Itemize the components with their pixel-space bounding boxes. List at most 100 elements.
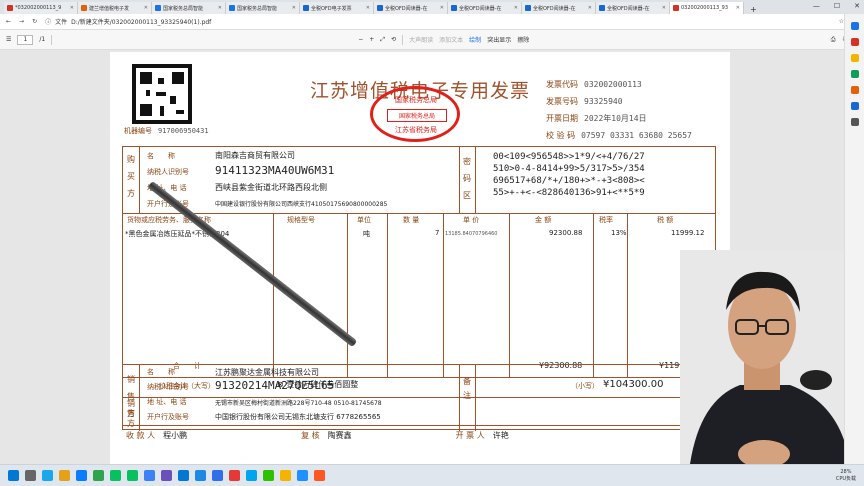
print-icon[interactable]: ⎙ — [831, 36, 836, 44]
taskbar-app-icon[interactable] — [144, 470, 155, 481]
back-icon[interactable]: ← — [6, 18, 11, 25]
add-icon[interactable] — [850, 118, 859, 126]
tools-icon[interactable] — [850, 54, 859, 62]
tab-favicon-icon — [599, 5, 605, 11]
browser-tab[interactable]: 国家税务总局智能 ✕ — [226, 2, 300, 14]
tab-title: 国家税务总局智能 — [163, 5, 204, 12]
outlook-icon[interactable] — [850, 102, 859, 110]
browser-tab[interactable]: 全税OFD阅读器-在 ✕ — [374, 2, 448, 14]
browser-tab[interactable]: 全税OFD阅读器-在 ✕ — [522, 2, 596, 14]
refresh-icon[interactable]: ↻ — [32, 18, 37, 25]
toolbar-divider — [402, 34, 404, 45]
meta-label: 发票号码 — [546, 97, 578, 106]
new-tab-button[interactable]: + — [744, 5, 763, 14]
item-qty: 7 — [435, 229, 440, 237]
shopping-icon[interactable] — [850, 38, 859, 46]
tab-favicon-icon — [7, 5, 13, 11]
close-tab-icon[interactable]: ✕ — [440, 5, 444, 11]
taskbar-app-icon[interactable] — [8, 470, 19, 481]
maximize-button[interactable]: ☐ — [834, 2, 840, 10]
close-tab-icon[interactable]: ✕ — [662, 5, 666, 11]
tab-favicon-icon — [673, 5, 679, 11]
close-button[interactable]: ✕ — [854, 2, 860, 10]
tab-title: 全税OFD电子发票 — [311, 5, 352, 12]
close-tab-icon[interactable]: ✕ — [514, 5, 518, 11]
highlight-button[interactable]: 突出显示 — [487, 35, 511, 44]
fit-page-icon[interactable]: ⤢ — [380, 36, 385, 44]
browser-tab[interactable]: 032002000113_93 ✕ — [670, 2, 744, 14]
erase-button[interactable]: 擦除 — [517, 35, 529, 44]
taskbar-app-icon[interactable] — [127, 470, 138, 481]
taskbar-app-icon[interactable] — [161, 470, 172, 481]
payee-label: 收 款 人 — [126, 431, 156, 440]
browser-tab[interactable]: 国家税务总局智能 ✕ — [152, 2, 226, 14]
taskbar-app-icon[interactable] — [212, 470, 223, 481]
taskbar-app-icon[interactable] — [76, 470, 87, 481]
issuer: 许艳 — [492, 431, 509, 440]
tab-title: *032002000113_9 — [15, 5, 62, 11]
meta-row: 发票号码 93325940 — [546, 93, 692, 110]
page-number-input[interactable]: 1 — [17, 34, 34, 45]
col-amount: 金 额 — [535, 216, 552, 224]
games-icon[interactable] — [850, 70, 859, 78]
taskbar-app-icon[interactable] — [59, 470, 70, 481]
buyer-name: 南阳森吉商贸有限公司 — [215, 151, 295, 160]
col-rate: 税率 — [599, 216, 613, 224]
taskbar-app-icon[interactable] — [93, 470, 104, 481]
invoice-code: 032002000113 — [584, 80, 642, 89]
forward-icon[interactable]: → — [19, 18, 24, 25]
invoice-number: 93325940 — [584, 97, 623, 106]
col-qty: 数 量 — [403, 216, 420, 224]
taskbar-app-icon[interactable] — [195, 470, 206, 481]
taskbar-app-icon[interactable] — [280, 470, 291, 481]
draw-button[interactable]: 绘制 — [469, 35, 481, 44]
browser-tab[interactable]: 全税OFD阅读器-在 ✕ — [448, 2, 522, 14]
taskbar-app-icon[interactable] — [297, 470, 308, 481]
taskbar-app-icon[interactable] — [314, 470, 325, 481]
taskbar-app-icon[interactable] — [42, 470, 53, 481]
browser-tab[interactable]: 全税OFD电子发票 ✕ — [300, 2, 374, 14]
window-controls: — ☐ ✕ — [813, 2, 860, 10]
zoom-out-button[interactable]: − — [358, 36, 363, 43]
search-icon[interactable] — [850, 22, 859, 30]
tab-title: 全税OFD阅读器-在 — [607, 5, 650, 12]
tab-title: 全税OFD阅读器-在 — [459, 5, 502, 12]
read-aloud-button[interactable]: 大声朗读 — [409, 35, 433, 44]
taskbar-app-icon[interactable] — [263, 470, 274, 481]
meta-row: 开票日期 2022年10月14日 — [546, 110, 692, 127]
browser-tab[interactable]: 建兰增值税电子发 ✕ — [78, 2, 152, 14]
menu-icon[interactable]: ☰ — [6, 36, 11, 43]
close-tab-icon[interactable]: ✕ — [144, 5, 148, 11]
seller-name-label: 名 称 — [147, 368, 175, 376]
close-tab-icon[interactable]: ✕ — [736, 5, 740, 11]
close-tab-icon[interactable]: ✕ — [366, 5, 370, 11]
close-tab-icon[interactable]: ✕ — [70, 5, 74, 11]
seller-label: 销售方 — [127, 375, 135, 418]
close-tab-icon[interactable]: ✕ — [218, 5, 222, 11]
taskbar-app-icon[interactable] — [178, 470, 189, 481]
seller-bank-label: 开户行及账号 — [147, 413, 189, 421]
tab-favicon-icon — [229, 5, 235, 11]
taskbar-app-icon[interactable] — [25, 470, 36, 481]
item-tax: 11999.12 — [671, 229, 705, 237]
tab-favicon-icon — [303, 5, 309, 11]
close-tab-icon[interactable]: ✕ — [588, 5, 592, 11]
taskbar-app-icon[interactable] — [110, 470, 121, 481]
browser-tab[interactable]: 全税OFD阅读器-在 ✕ — [596, 2, 670, 14]
add-text-button[interactable]: 添加文本 — [439, 35, 463, 44]
cpu-indicator: 28% CPU负载 — [836, 469, 856, 483]
rotate-icon[interactable]: ⟲ — [391, 36, 396, 43]
url-field[interactable]: ⓘ 文件 D:/新建文件夹/032002000113_93325940(1).p… — [45, 16, 831, 27]
browser-tab[interactable]: *032002000113_9 ✕ — [4, 2, 78, 14]
taskbar-app-icon[interactable] — [246, 470, 257, 481]
minimize-button[interactable]: — — [813, 2, 820, 10]
col-tax: 税 额 — [657, 216, 674, 224]
tab-favicon-icon — [451, 5, 457, 11]
taskbar-app-icon[interactable] — [229, 470, 240, 481]
buyer-name-label: 名 称 — [147, 152, 175, 160]
tab-title: 全税OFD阅读器-在 — [533, 5, 576, 12]
office-icon[interactable] — [850, 86, 859, 94]
close-tab-icon[interactable]: ✕ — [292, 5, 296, 11]
page-total: /1 — [39, 36, 46, 43]
zoom-in-button[interactable]: + — [369, 36, 374, 43]
